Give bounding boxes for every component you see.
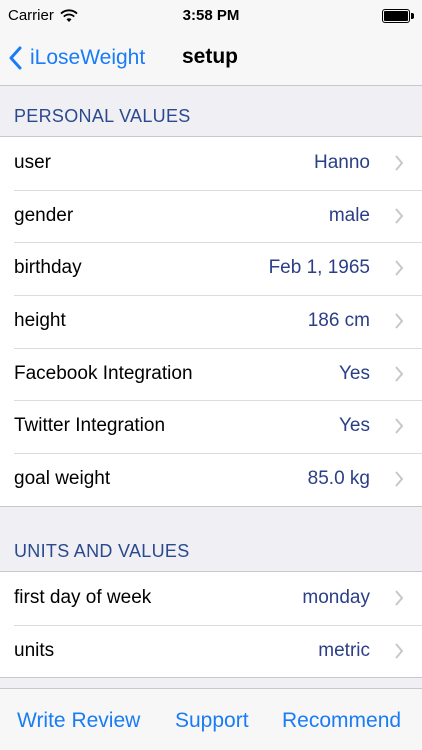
row-birthday[interactable]: birthday Feb 1, 1965: [0, 242, 422, 295]
row-label: Twitter Integration: [14, 415, 166, 437]
chevron-right-icon: [395, 208, 404, 224]
row-user[interactable]: user Hanno: [0, 137, 422, 190]
row-units[interactable]: units metric: [0, 624, 422, 678]
battery-icon: [382, 9, 414, 23]
chevron-right-icon: [395, 643, 404, 659]
section-header-units-and-values: UNITS AND VALUES: [14, 541, 190, 561]
chevron-right-icon: [395, 366, 404, 382]
row-label: gender: [14, 204, 74, 226]
chevron-right-icon: [395, 590, 404, 606]
row-value: Feb 1, 1965: [268, 257, 370, 279]
row-value: Hanno: [314, 152, 370, 173]
support-button[interactable]: Support: [175, 709, 249, 733]
row-value: Yes: [339, 362, 370, 384]
row-goal-weight[interactable]: goal weight 85.0 kg: [0, 453, 422, 506]
row-label: Facebook Integration: [14, 362, 193, 384]
section-header-personal-values: PERSONAL VALUES: [14, 106, 191, 126]
row-label: user: [14, 152, 51, 173]
row-height[interactable]: height 186 cm: [0, 295, 422, 348]
row-value: 186 cm: [307, 310, 370, 332]
chevron-right-icon: [395, 260, 404, 277]
row-value: monday: [302, 587, 370, 608]
row-first-day-of-week[interactable]: first day of week monday: [0, 572, 422, 625]
chevron-right-icon: [395, 418, 404, 435]
page-title: setup: [182, 45, 239, 68]
row-label: units: [14, 639, 55, 661]
row-gender[interactable]: gender male: [0, 189, 422, 243]
status-time: 3:58 PM: [182, 7, 240, 24]
chevron-right-icon: [395, 155, 404, 171]
units-and-values-group: first day of week monday units metric: [0, 571, 422, 679]
row-value: Yes: [339, 415, 370, 437]
row-value: 85.0 kg: [307, 468, 370, 490]
chevron-right-icon: [395, 471, 404, 487]
row-twitter-integration[interactable]: Twitter Integration Yes: [0, 400, 422, 453]
personal-values-group: user Hanno gender male birthday Feb 1, 1…: [0, 136, 422, 507]
recommend-button[interactable]: Recommend: [282, 709, 401, 733]
row-facebook-integration[interactable]: Facebook Integration Yes: [0, 347, 422, 401]
bottom-toolbar: Write Review Support Recommend: [0, 688, 422, 750]
navigation-bar: iLoseWeight setup: [0, 32, 422, 86]
status-bar: Carrier 3:58 PM: [0, 0, 422, 32]
chevron-right-icon: [395, 313, 404, 329]
back-button[interactable]: iLoseWeight: [8, 42, 145, 74]
row-label: height: [14, 310, 66, 332]
row-value: metric: [318, 639, 370, 661]
row-label: first day of week: [14, 587, 152, 608]
row-label: birthday: [14, 257, 82, 279]
chevron-left-icon: [9, 46, 22, 70]
row-label: goal weight: [14, 468, 111, 490]
write-review-button[interactable]: Write Review: [17, 709, 140, 733]
row-value: male: [328, 204, 370, 226]
back-button-label: iLoseWeight: [30, 46, 146, 69]
